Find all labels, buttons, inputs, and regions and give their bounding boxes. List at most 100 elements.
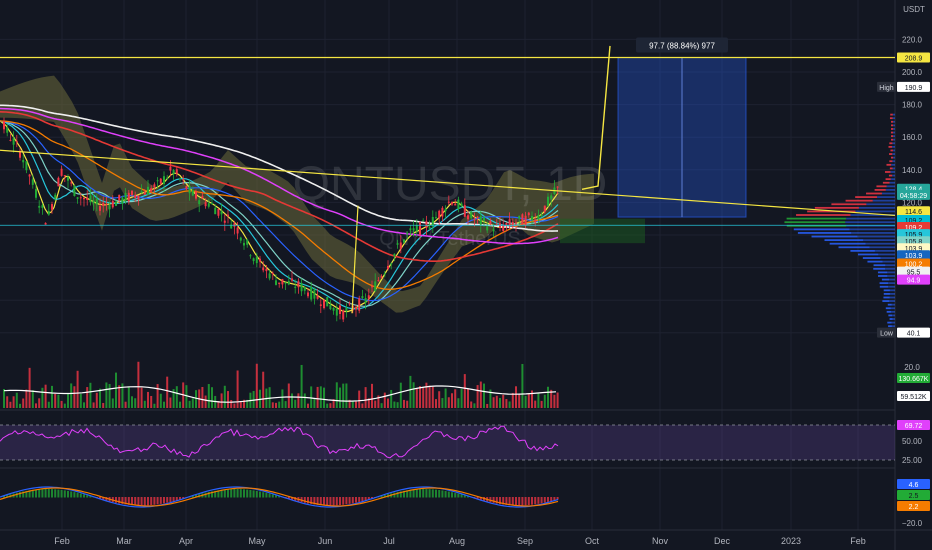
profile-bar [872,199,895,202]
profile-bar [878,253,895,256]
macd-histogram-bar [339,497,341,506]
candle-body [137,195,140,200]
volume-bar [188,400,191,408]
candle-body [345,307,348,312]
candle-body [406,232,409,234]
candle-body [220,211,223,215]
candle-body [99,206,101,211]
candle-body [108,205,111,210]
volume-bar [271,402,274,408]
profile-bar [878,275,888,277]
candle-body [547,196,549,206]
price-tick: 140.0 [902,166,923,175]
volume-bar [403,399,405,408]
volume-bar [547,386,549,408]
profile-bar [893,124,895,127]
volume-bar [527,393,530,408]
profile-bar [892,117,895,120]
profile-bar [786,217,847,220]
profile-bar [892,145,895,148]
macd-histogram-bar [265,492,268,498]
candle-body [300,283,303,292]
volume-bar [303,393,306,408]
candle-body [28,174,31,177]
profile-bar [892,318,895,320]
macd-histogram-bar [355,497,357,503]
candle-body [3,121,5,130]
candle-body [195,191,197,199]
macd-histogram-bar [444,490,447,498]
profile-bar [889,181,895,184]
candle-body [147,186,149,195]
profile-bar [891,321,895,324]
candle-body [9,139,12,141]
profile-bar [887,275,895,277]
profile-bar [891,303,895,306]
profile-bar [877,271,888,274]
volume-bar [451,393,453,408]
profile-bar [891,156,894,159]
volume-bar [99,388,101,408]
volume-bar [457,398,460,408]
profile-bar [865,242,895,245]
volume-bar [156,384,159,408]
volume-bar [38,398,41,408]
macd-histogram-bar [60,489,63,498]
profile-bar [890,178,895,181]
volume-bar [220,393,223,408]
volume-bar [476,385,479,408]
profile-bar [857,235,895,238]
macd-histogram-bar [415,489,418,498]
candle-body [307,292,309,297]
profile-bar [874,189,886,191]
price-badge: 94.9 [907,278,921,285]
profile-bar [890,171,895,173]
candle-body [118,194,121,201]
profile-bar [893,138,895,141]
volume-bar [556,392,559,408]
candle-body [89,195,92,203]
macd-histogram-bar [351,497,354,504]
volume-bar [284,401,287,408]
macd-histogram-bar [454,492,457,498]
macd-histogram-bar [259,491,261,498]
macd-histogram-bar [460,494,463,498]
candle-body [131,190,133,196]
candle-body [255,256,258,264]
profile-bar [885,264,895,267]
profile-bar [869,246,895,249]
volume-tick: 20.0 [904,363,920,372]
price-badge: 04:58:29 [900,193,927,200]
volume-bar [463,374,466,408]
volume-bar [399,382,402,408]
macd-histogram-bar [166,497,169,503]
profile-bar [849,228,895,231]
macd-histogram-bar [172,497,175,502]
candle-body [284,282,287,284]
volume-bar [108,384,111,408]
trading-chart[interactable]: QNTUSDT, 1D QNT / TetherUS USDT 97.7 (88… [0,0,932,550]
candle-body [476,216,479,219]
candle-body [179,178,181,180]
volume-bar [12,396,15,408]
profile-bar [890,131,894,134]
candle-body [467,215,469,220]
profile-bar [881,278,890,281]
profile-bar [793,228,850,231]
volume-bar [207,384,210,408]
volume-bar [102,402,105,408]
price-badge: 208.9 [905,55,923,62]
candle-body [44,222,47,225]
volume-bar [239,401,242,408]
volume-bar [351,401,354,408]
volume-bar [92,402,95,408]
volume-bar [143,400,146,408]
candle-body [268,273,271,279]
candle-body [51,204,53,210]
volume-bar [9,401,12,408]
candle-body [214,207,217,215]
volume-bar [127,387,130,408]
volume-bar [147,391,149,408]
volume-bar [508,401,511,408]
profile-bar [886,185,895,188]
